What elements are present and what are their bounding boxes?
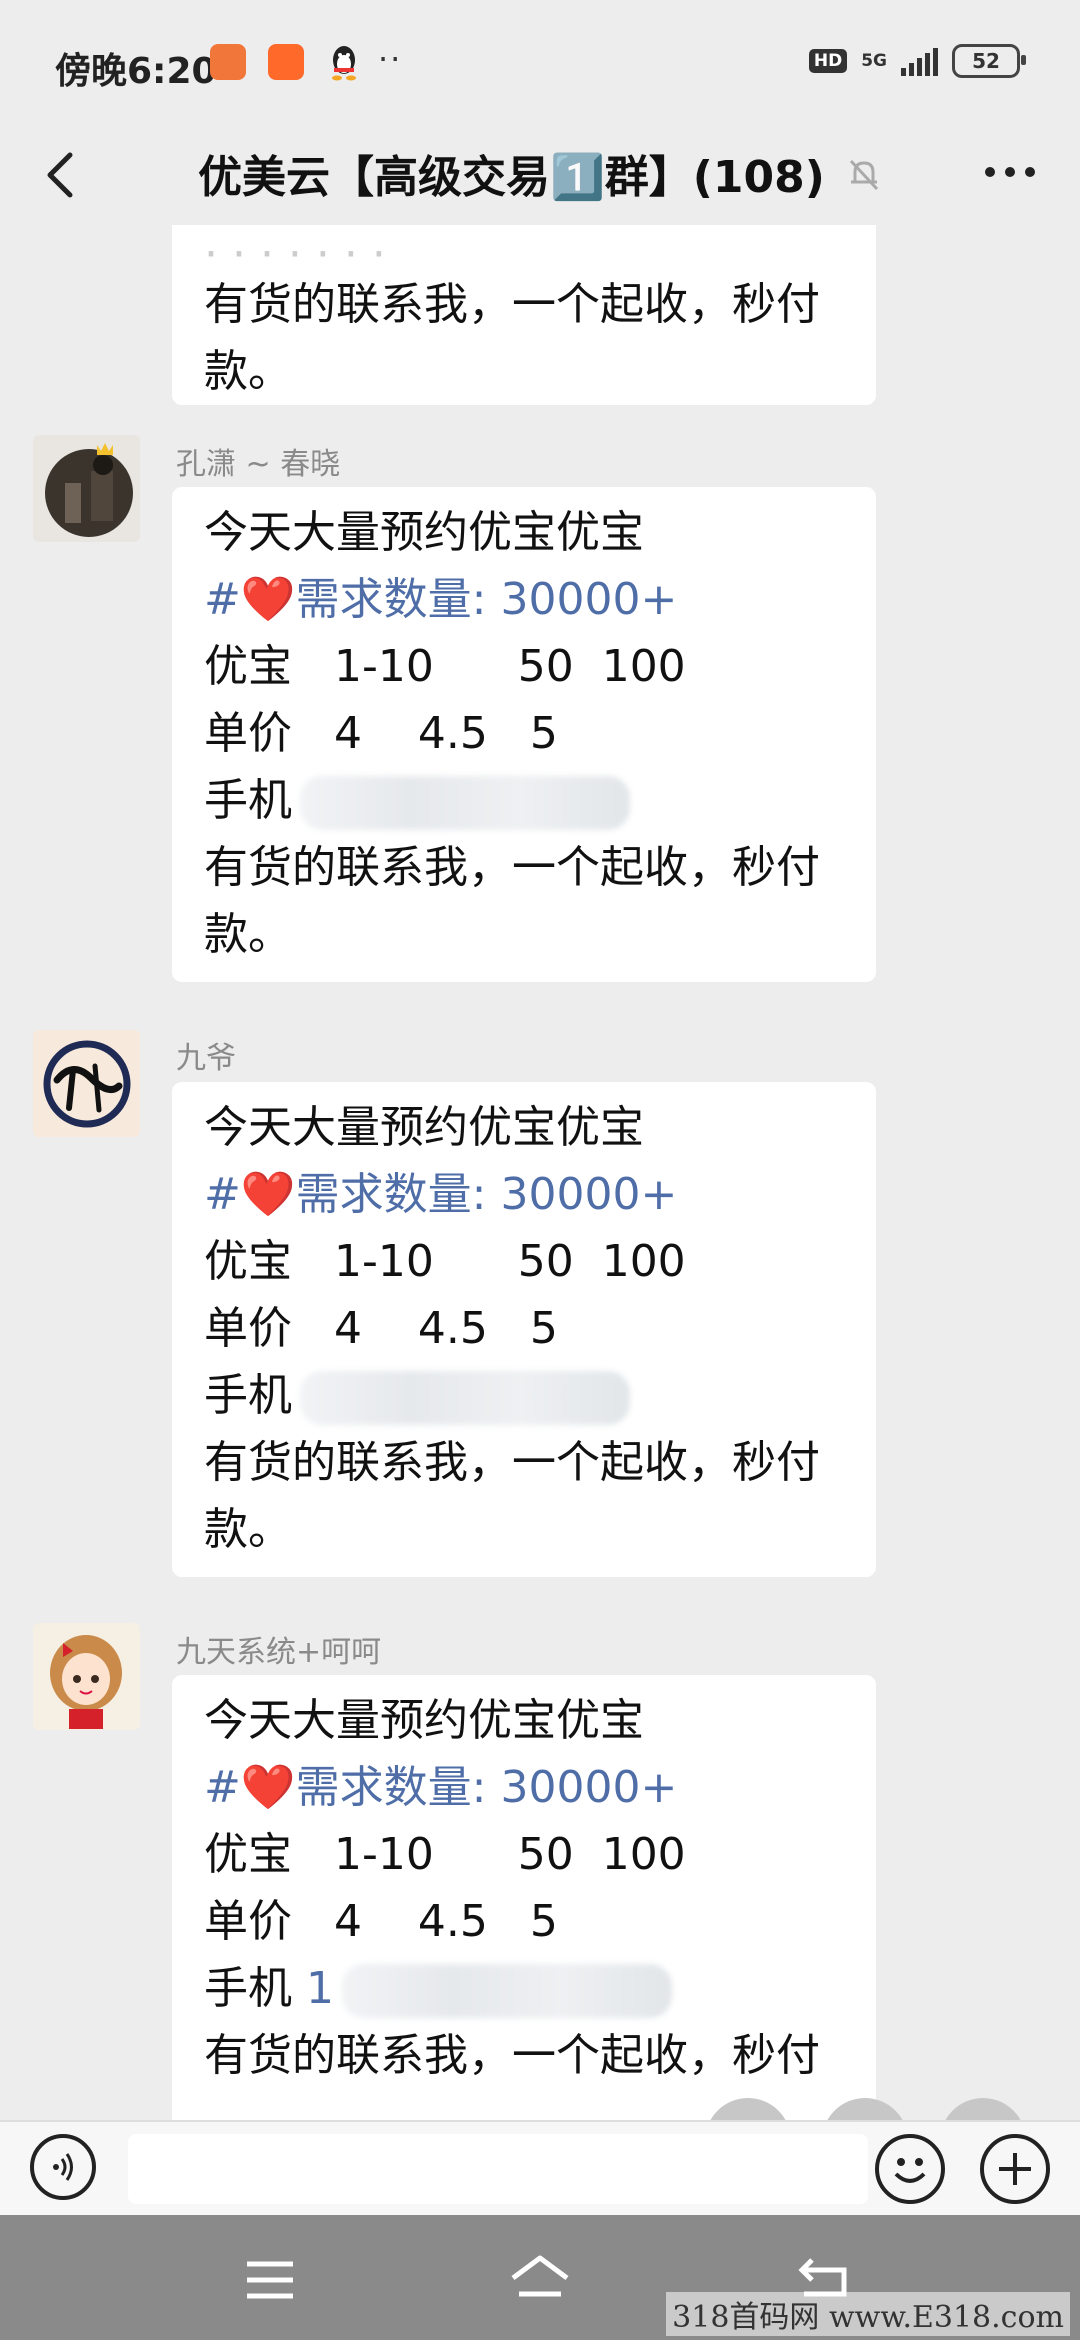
menu-icon[interactable] [235,2250,305,2310]
message-line: 手机 [204,1362,842,1429]
message-line: 今天大量预约优宝优宝 [204,1102,644,1153]
message-line: #❤️需求数量: 30000+ [204,1754,842,1821]
signal-strength-icon [901,46,938,76]
mute-bell-icon [849,159,879,191]
redacted-phone [342,1964,672,2018]
message-line: 手机 [204,767,842,834]
video-app-icon [268,44,304,80]
chat-header: 优美云【高级交易1️⃣群】(108) [0,125,1080,225]
hd-badge: HD [808,49,848,73]
demand-text: 需求数量: 30000+ [295,1762,678,1813]
sender-name: 九天系统+呵呵 [176,1635,382,1670]
phone-label: 手机 [204,1963,292,2014]
demand-text: 需求数量: 30000+ [295,574,678,625]
avatar[interactable] [33,1030,140,1137]
crowned-figure-avatar-icon [33,435,140,542]
site-watermark: 318首码网 www.E318.com [666,2292,1070,2336]
more-options-icon[interactable] [980,147,1040,197]
sender-name: 九爷 [176,1041,236,1076]
phone-number-partial[interactable]: 1 [306,1963,334,2014]
avatar[interactable] [33,1623,140,1730]
status-app-icons [210,42,362,82]
redacted-phone [300,776,630,830]
status-indicators: HD 5G 52 [808,44,1026,78]
message-line: 有货的联系我，一个起收，秒付 [204,2030,820,2081]
message-bubble[interactable]: 今天大量预约优宝优宝 #❤️需求数量: 30000+ 优宝 1-10 50 10… [172,1675,876,2125]
demand-text: 需求数量: 30000+ [295,1169,678,1220]
message-line: 优宝 1-10 50 100 [204,1829,686,1880]
message-line: 优宝 1-10 50 100 [204,641,686,692]
smiley-icon [894,2158,926,2183]
message-line: 优宝 1-10 50 100 [204,1236,686,1287]
message-bubble[interactable]: 今天大量预约优宝优宝 #❤️需求数量: 30000+ 优宝 1-10 50 10… [172,1082,876,1577]
message-line: 有货的联系我，一个起收，秒付 [204,1437,820,1488]
phone-label: 手机 [204,1370,292,1421]
more-notifications-indicator: ·· [378,40,403,78]
message-line: #❤️需求数量: 30000+ [204,1161,842,1228]
network-type: 5G [861,51,887,71]
avatar[interactable] [33,435,140,542]
hashtag: # [204,1762,241,1813]
message-line: 单价 4 4.5 5 [204,708,558,759]
message-bubble[interactable]: · · · · · · · 有货的联系我，一个起收，秒付 款。 [172,225,876,405]
voice-wave-icon [53,2153,73,2181]
heart-emoji-icon: ❤️ [240,1169,296,1220]
message-line: 单价 4 4.5 5 [204,1303,558,1354]
message-line: 单价 4 4.5 5 [204,1896,558,1947]
voice-input-button[interactable] [30,2134,96,2200]
home-icon[interactable] [505,2250,575,2310]
message-line: 有货的联系我，一个起收，秒付 [204,279,820,330]
plus-icon [999,2153,1031,2185]
message-line: 款。 [204,1504,292,1555]
phone-label: 手机 [204,775,292,826]
heart-emoji-icon: ❤️ [240,1762,296,1813]
message-line: 款。 [204,346,292,397]
system-nav-bar: 318首码网 www.E318.com [0,2215,1080,2340]
message-bubble[interactable]: 今天大量预约优宝优宝 #❤️需求数量: 30000+ 优宝 1-10 50 10… [172,487,876,982]
status-time: 傍晚6:20 [55,51,217,92]
message-line: 今天大量预约优宝优宝 [204,507,644,558]
message-line: 今天大量预约优宝优宝 [204,1695,644,1746]
message-input[interactable] [128,2134,868,2204]
status-bar: 傍晚6:20 ·· HD 5G 52 [0,0,1080,125]
calligraphy-avatar-icon [33,1030,140,1137]
message-line: 手机 1 [204,1955,842,2022]
heart-emoji-icon: ❤️ [240,574,296,625]
message-list[interactable]: · · · · · · · 有货的联系我，一个起收，秒付 款。 孔潇 ~ 春晓 … [0,225,1080,2125]
back-arrow-icon[interactable] [30,143,90,207]
hashtag: # [204,1169,241,1220]
hashtag: # [204,574,241,625]
message-line: 款。 [204,909,292,960]
battery-indicator: 52 [952,44,1026,78]
redacted-phone [300,1371,630,1425]
add-attachment-button[interactable] [980,2134,1050,2204]
cartoon-girl-avatar-icon [33,1623,140,1730]
emoji-button[interactable] [875,2134,945,2204]
message-line: · · · · · · · [204,229,386,271]
pumpkin-app-icon [210,44,246,80]
chat-title[interactable]: 优美云【高级交易1️⃣群】(108) [198,141,825,205]
message-line: #❤️需求数量: 30000+ [204,566,842,633]
chat-input-bar [0,2120,1080,2217]
qq-penguin-icon [332,46,356,81]
message-line: 有货的联系我，一个起收，秒付 [204,842,820,893]
sender-name: 孔潇 ~ 春晓 [176,447,341,482]
